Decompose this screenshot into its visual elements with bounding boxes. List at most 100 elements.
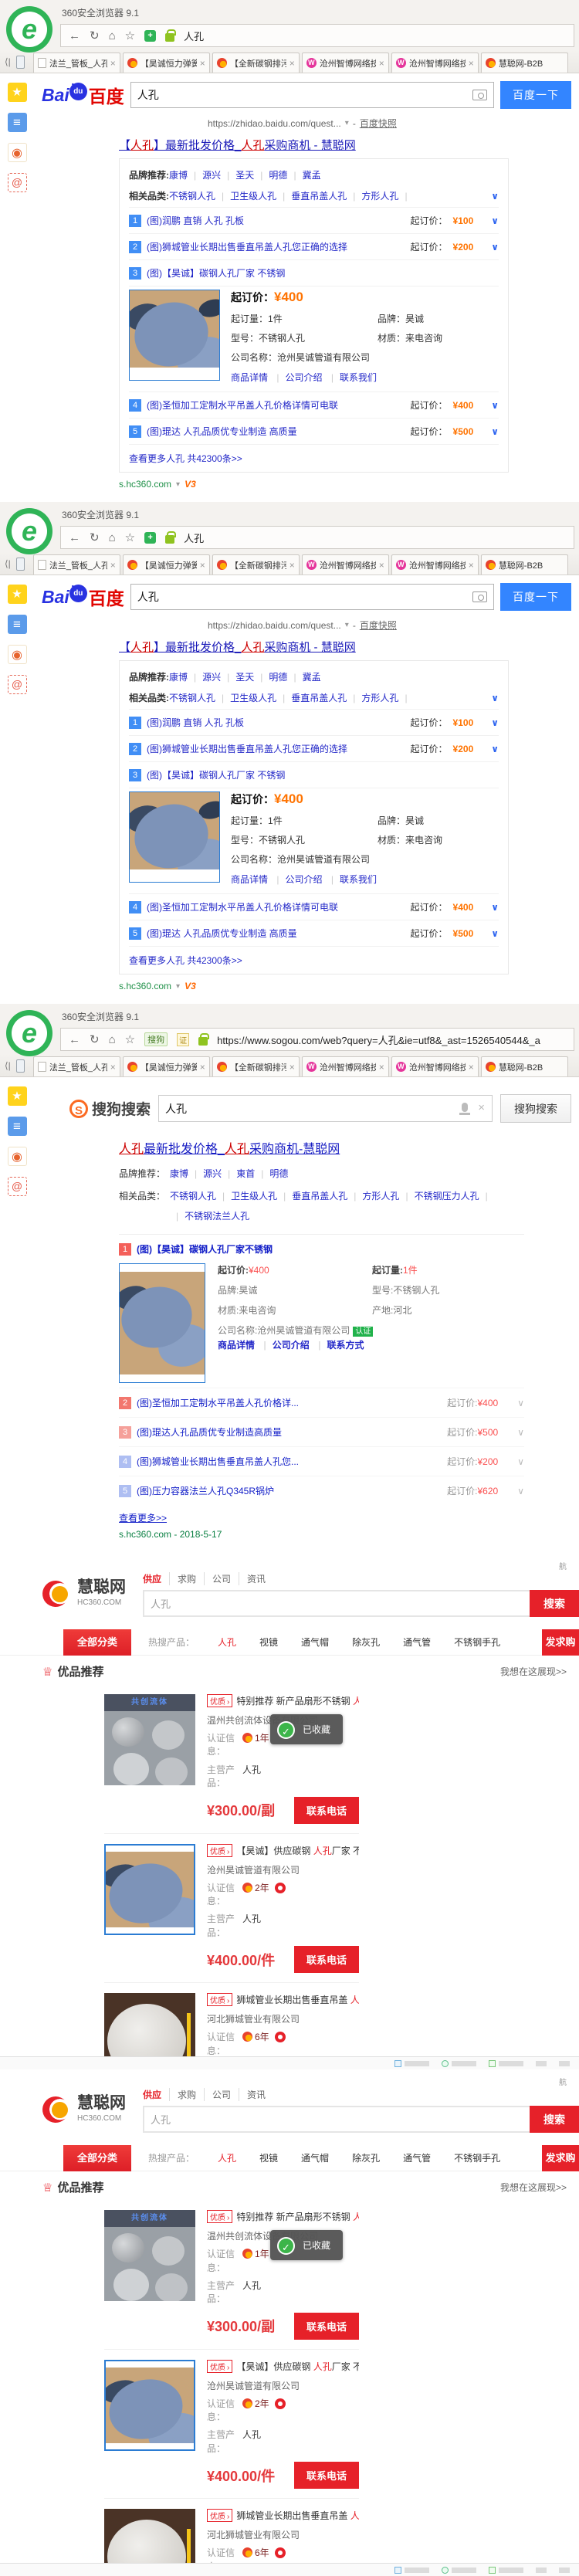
hot-link[interactable]: 通气管 bbox=[403, 1635, 431, 1649]
weibo-icon[interactable]: ◉ bbox=[8, 143, 27, 162]
tab-carbonsteel[interactable]: 【全新碳钢排污× bbox=[212, 53, 300, 73]
see-more-link[interactable]: 查看更多人孔 共42300条>> bbox=[129, 955, 242, 966]
product-title-link[interactable]: 优质【昊诚】供应碳钢 人孔厂家 不锈钢 ... bbox=[207, 1844, 359, 1857]
company-link[interactable]: 公司介绍 bbox=[257, 1340, 309, 1351]
status-item[interactable] bbox=[489, 2060, 523, 2067]
contact-phone-button[interactable]: 联系电话 bbox=[294, 2313, 359, 2340]
mention-at-icon[interactable]: @ bbox=[8, 1177, 27, 1196]
site-domain[interactable]: s.hc360.com bbox=[119, 479, 171, 490]
favorite-star-icon[interactable]: ☆ bbox=[125, 1034, 135, 1046]
close-icon[interactable]: × bbox=[469, 58, 474, 69]
reload-icon[interactable]: ↻ bbox=[90, 1034, 100, 1046]
related-link[interactable]: 不锈钢法兰人孔 bbox=[170, 1209, 249, 1222]
hot-link[interactable]: 通气帽 bbox=[301, 2151, 329, 2164]
tab-zhibo-2[interactable]: W沧州智博网络技× bbox=[391, 53, 479, 73]
product-image[interactable] bbox=[119, 1263, 205, 1383]
tab-zhibo-2[interactable]: W沧州智博网络技× bbox=[391, 554, 479, 575]
close-icon[interactable]: × bbox=[379, 58, 384, 69]
related-link[interactable]: 不锈钢压力人孔 bbox=[399, 1189, 487, 1202]
collapse-tabs-icon[interactable]: ⟨| bbox=[5, 1060, 11, 1071]
brand-link[interactable]: 康博 bbox=[169, 670, 188, 683]
contact-phone-button[interactable]: 联系电话 bbox=[294, 1946, 359, 1973]
company-name[interactable]: 沧州昊诚管道有限公司 bbox=[207, 1863, 359, 1876]
favorites-star-icon[interactable]: ★ bbox=[8, 83, 27, 102]
item-title-link[interactable]: (图)【昊诚】碳钢人孔厂家 不锈钢 bbox=[147, 768, 285, 781]
brand-link[interactable]: 圣天 bbox=[221, 670, 254, 683]
related-link[interactable]: 不锈钢人孔 bbox=[169, 189, 215, 202]
weibo-icon[interactable]: ◉ bbox=[8, 645, 27, 664]
contact-link[interactable]: 联系我们 bbox=[325, 874, 377, 885]
brand-link[interactable]: 明德 bbox=[254, 168, 287, 181]
result-title[interactable]: 【人孔】最新批发价格_人孔采购商机 - 慧聪网 bbox=[119, 639, 571, 655]
status-item[interactable] bbox=[536, 2568, 547, 2573]
microphone-icon[interactable] bbox=[462, 1103, 468, 1112]
chevron-down-icon[interactable] bbox=[491, 215, 499, 226]
shield-icon[interactable]: + bbox=[144, 30, 156, 42]
chevron-down-icon[interactable] bbox=[491, 191, 499, 202]
status-item[interactable] bbox=[394, 2060, 429, 2067]
tab-haocheng[interactable]: 【昊诚恒力弹簧× bbox=[123, 554, 210, 575]
tab-buy[interactable]: 求购 bbox=[169, 1572, 204, 1585]
tab-news[interactable]: 资讯 bbox=[239, 1572, 273, 1585]
search-input[interactable] bbox=[143, 2106, 530, 2133]
close-icon[interactable]: × bbox=[200, 1062, 205, 1073]
tab-buy[interactable]: 求购 bbox=[169, 2088, 204, 2101]
item-title-link[interactable]: (图)琨达 人孔品质优专业制造 高质量 bbox=[147, 927, 297, 940]
contact-phone-button[interactable]: 联系电话 bbox=[294, 1797, 359, 1824]
status-item[interactable] bbox=[559, 2061, 570, 2066]
product-image[interactable] bbox=[104, 2360, 195, 2451]
tab-hc360[interactable]: 慧聪网-B2B bbox=[481, 554, 568, 575]
reload-icon[interactable]: ↻ bbox=[90, 532, 100, 544]
favorite-star-icon[interactable]: ☆ bbox=[125, 532, 135, 544]
baidu-search-button[interactable]: 百度一下 bbox=[500, 81, 571, 109]
snapshot-link[interactable]: 百度快照 bbox=[360, 117, 397, 130]
promote-link[interactable]: 我想在这展现>> bbox=[500, 1665, 567, 1678]
status-item[interactable] bbox=[442, 2060, 476, 2067]
brand-link[interactable]: 源兴 bbox=[188, 168, 221, 181]
product-image[interactable]: 共创流体 bbox=[104, 1694, 195, 1785]
chevron-down-icon[interactable] bbox=[517, 1456, 524, 1467]
hot-link[interactable]: 不锈钢手孔 bbox=[454, 1635, 500, 1649]
search-input[interactable] bbox=[130, 82, 494, 108]
related-link[interactable]: 卫生级人孔 bbox=[215, 189, 276, 202]
close-icon[interactable]: × bbox=[290, 1062, 295, 1073]
product-image[interactable] bbox=[129, 791, 220, 883]
brand-link[interactable]: 圣天 bbox=[221, 168, 254, 181]
feed-list-icon[interactable]: ≡ bbox=[8, 615, 27, 634]
all-categories-button[interactable]: 全部分类 bbox=[63, 2145, 131, 2171]
weibo-icon[interactable]: ◉ bbox=[8, 1147, 27, 1166]
result-url[interactable]: https://zhidao.baidu.com/quest... bbox=[208, 620, 341, 631]
close-icon[interactable]: × bbox=[200, 560, 205, 571]
related-link[interactable]: 卫生级人孔 bbox=[215, 691, 276, 704]
brand-link[interactable]: 東首 bbox=[222, 1167, 255, 1180]
brand-link[interactable]: 康博 bbox=[170, 1167, 188, 1180]
phone-icon[interactable] bbox=[16, 56, 25, 69]
close-icon[interactable]: × bbox=[469, 560, 474, 571]
item-title-link[interactable]: (图)压力容器法兰人孔Q345R锅炉 bbox=[137, 1484, 274, 1497]
product-title-link[interactable]: 优质特别推荐 新产品扇形不锈钢 人孔 热... bbox=[207, 2210, 359, 2223]
item-title-link[interactable]: (图)润鹏 直销 人孔 孔板 bbox=[147, 214, 244, 227]
tab-haocheng[interactable]: 【昊诚恒力弹簧× bbox=[123, 53, 210, 73]
status-item[interactable] bbox=[536, 2061, 547, 2066]
item-title-link[interactable]: (图)琨达 人孔品质优专业制造 高质量 bbox=[147, 425, 297, 438]
shield-icon[interactable]: + bbox=[144, 532, 156, 544]
close-icon[interactable]: × bbox=[200, 58, 205, 69]
chevron-down-icon[interactable] bbox=[491, 902, 499, 913]
tab-zhibo-1[interactable]: W沧州智博网络技× bbox=[302, 53, 389, 73]
product-image[interactable]: 共创流体 bbox=[104, 2210, 195, 2301]
status-item[interactable] bbox=[489, 2567, 523, 2574]
close-icon[interactable]: × bbox=[379, 1062, 384, 1073]
item-title-link[interactable]: (图)狮城管业长期出售垂直吊盖人孔您... bbox=[137, 1455, 299, 1468]
tab-company[interactable]: 公司 bbox=[204, 2088, 239, 2101]
chevron-down-icon[interactable] bbox=[491, 928, 499, 939]
chevron-down-icon[interactable] bbox=[491, 744, 499, 754]
brand-link[interactable]: 源兴 bbox=[188, 670, 221, 683]
phone-icon[interactable] bbox=[16, 1059, 25, 1073]
close-icon[interactable]: × bbox=[110, 1062, 116, 1073]
close-icon[interactable]: × bbox=[110, 560, 116, 571]
hot-link[interactable]: 除灰孔 bbox=[352, 1635, 380, 1649]
item-title-link[interactable]: (图)润鹏 直销 人孔 孔板 bbox=[147, 716, 244, 729]
contact-link[interactable]: 联系我们 bbox=[325, 372, 377, 383]
collapse-tabs-icon[interactable]: ⟨| bbox=[5, 558, 11, 569]
mention-at-icon[interactable]: @ bbox=[8, 173, 27, 192]
